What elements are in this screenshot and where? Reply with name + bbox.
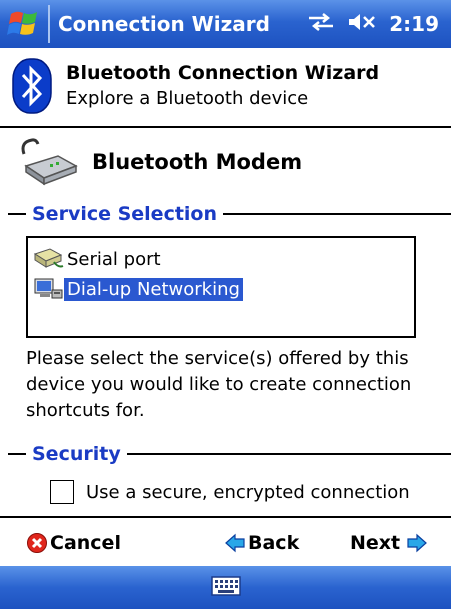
title-separator <box>48 5 50 43</box>
cancel-icon <box>26 532 48 554</box>
device-name: Bluetooth Modem <box>92 150 303 174</box>
keyboard-icon[interactable] <box>210 575 241 601</box>
secure-connection-label[interactable]: Use a secure, encrypted connection <box>86 482 410 503</box>
service-selection-group: Service Selection <box>0 202 451 226</box>
heading-rule <box>223 213 451 215</box>
cancel-label: Cancel <box>50 532 121 554</box>
windows-flag-icon[interactable] <box>0 0 48 48</box>
nav-divider <box>0 516 451 518</box>
wizard-nav: Cancel Back Next <box>0 522 451 564</box>
wizard-subtitle: Explore a Bluetooth device <box>66 88 309 109</box>
next-button[interactable]: Next <box>350 532 428 554</box>
modem-icon <box>18 136 80 188</box>
system-tray: 2:19 <box>307 11 451 37</box>
list-item-dialup-networking[interactable]: Dial-up Networking <box>32 274 410 304</box>
title-bar: Connection Wizard 2:19 <box>0 0 451 48</box>
security-heading: Security <box>32 443 121 465</box>
heading-rule <box>8 453 26 455</box>
connectivity-icon[interactable] <box>307 11 335 37</box>
security-group: Security <box>0 442 451 466</box>
speaker-muted-icon[interactable] <box>347 11 377 37</box>
service-description: Please select the service(s) offered by … <box>26 348 412 421</box>
back-label: Back <box>248 532 300 554</box>
back-button[interactable]: Back <box>224 532 299 554</box>
secure-connection-checkbox[interactable] <box>50 480 74 504</box>
bluetooth-icon <box>12 58 52 114</box>
window-title: Connection Wizard <box>58 12 270 36</box>
secure-connection-option[interactable]: Use a secure, encrypted connection <box>50 478 410 506</box>
clock[interactable]: 2:19 <box>389 12 439 36</box>
list-item-label: Serial port <box>67 248 161 270</box>
next-arrow-icon <box>406 532 428 554</box>
back-arrow-icon <box>224 532 246 554</box>
list-item-label: Dial-up Networking <box>64 277 243 301</box>
wizard-header: Bluetooth Connection Wizard Explore a Bl… <box>0 48 451 124</box>
service-selection-heading: Service Selection <box>32 203 218 225</box>
cancel-button[interactable]: Cancel <box>26 532 121 554</box>
dialup-networking-icon <box>32 276 64 302</box>
soft-input-bar <box>0 566 451 609</box>
next-label: Next <box>350 532 401 554</box>
header-divider <box>0 126 451 128</box>
service-list[interactable]: Serial port Dial-up Networking <box>26 236 416 338</box>
heading-rule <box>126 453 451 455</box>
list-item-serial-port[interactable]: Serial port <box>32 244 410 274</box>
serial-port-icon <box>32 246 64 272</box>
wizard-title: Bluetooth Connection Wizard <box>66 62 380 84</box>
device-row: Bluetooth Modem <box>0 132 451 192</box>
heading-rule <box>8 213 26 215</box>
